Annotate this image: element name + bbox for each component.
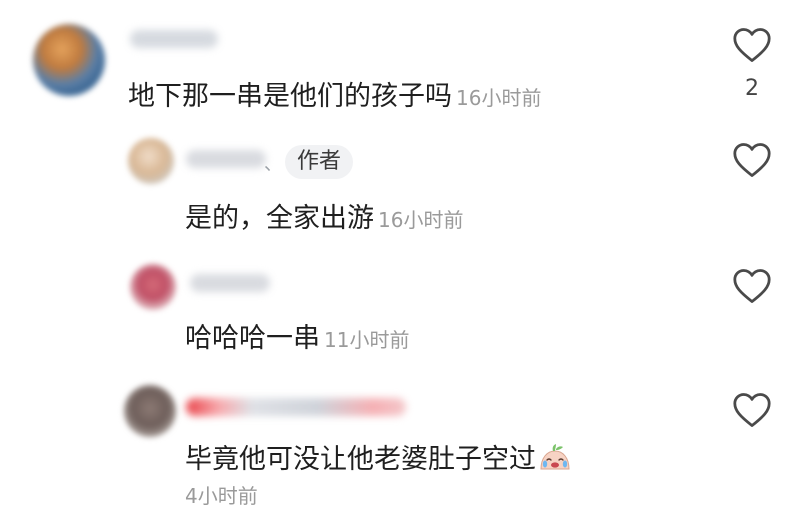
commenter-username-blurred[interactable]	[130, 30, 218, 48]
reply-comment-time: 16小时前	[378, 208, 464, 232]
heart-outline-icon[interactable]	[732, 142, 772, 178]
heart-outline-icon[interactable]	[732, 392, 772, 428]
reply-comment-body: 哈哈哈一串	[185, 323, 320, 354]
main-comment-text[interactable]: 地下那一串是他们的孩子吗 16小时前	[128, 74, 541, 113]
heart-outline-icon[interactable]	[732, 27, 772, 63]
crying-laughing-emoji	[540, 444, 570, 470]
main-comment-time: 16小时前	[456, 86, 542, 110]
reply-username-blurred[interactable]	[186, 150, 266, 168]
reply-comment-time: 11小时前	[324, 328, 410, 352]
author-badge: 作者	[285, 145, 354, 179]
reply-username-blurred[interactable]	[186, 398, 406, 416]
like-count: 2	[745, 76, 759, 101]
reply-avatar[interactable]	[130, 264, 176, 310]
reply-comment-time: 4小时前	[185, 484, 258, 508]
reply-comment-text[interactable]: 哈哈哈一串 11小时前	[185, 316, 409, 355]
commenter-avatar[interactable]	[33, 24, 105, 96]
reply-comment-body: 是的，全家出游	[185, 203, 374, 234]
reply-avatar[interactable]	[124, 385, 176, 437]
reply-avatar[interactable]	[128, 138, 174, 184]
reply-username-blurred[interactable]	[190, 274, 270, 292]
heart-outline-icon[interactable]	[732, 268, 772, 304]
reply-comment-text[interactable]: 是的，全家出游 16小时前	[185, 196, 463, 235]
name-separator: 、	[264, 154, 282, 175]
reply-comment-text[interactable]: 毕竟他可没让他老婆肚子空过	[185, 437, 572, 476]
reply-comment-body: 毕竟他可没让他老婆肚子空过	[185, 444, 536, 475]
main-comment-body: 地下那一串是他们的孩子吗	[128, 81, 452, 112]
